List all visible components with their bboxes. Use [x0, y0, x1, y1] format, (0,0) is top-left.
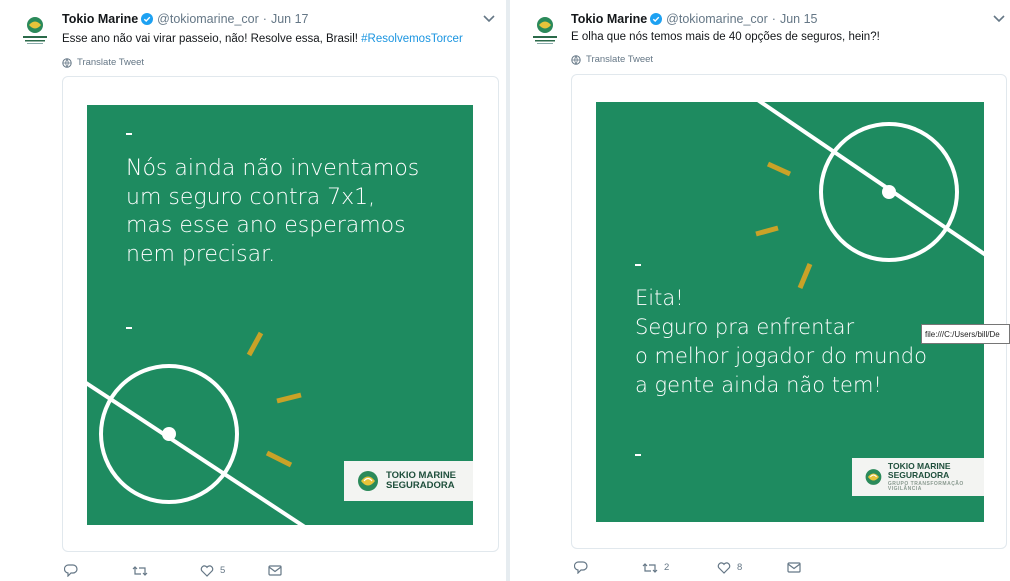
verified-icon: [650, 13, 663, 25]
tweet-date[interactable]: Jun 15: [780, 12, 818, 26]
logo-line: SEGURADORA: [386, 480, 455, 491]
tokio-marine-emblem: [358, 471, 378, 491]
separator: ·: [771, 12, 776, 26]
verified-icon: [141, 13, 154, 25]
quote-line: nem precisar.: [126, 241, 276, 267]
tweet-body: Esse ano não vai virar passeio, não! Res…: [62, 33, 362, 45]
globe-icon: [571, 54, 581, 65]
tweet-image[interactable]: Eita! Seguro pra enfrentar o melhor joga…: [596, 102, 984, 522]
translate-label: Translate Tweet: [586, 54, 654, 65]
tweet-header: Tokio Marine @tokiomarine_cor · Jun 15: [571, 12, 818, 26]
media-card[interactable]: Eita! Seguro pra enfrentar o melhor joga…: [571, 74, 1007, 549]
dash-mark: [635, 264, 641, 266]
dash-mark: [635, 454, 641, 456]
tweet-text: Esse ano não vai virar passeio, não! Res…: [62, 33, 463, 45]
tweet-actions: 2 8: [574, 561, 827, 574]
direct-message-button[interactable]: [787, 562, 827, 573]
chevron-down-icon[interactable]: [992, 14, 1006, 24]
tweet-image[interactable]: Nós ainda não inventamos um seguro contr…: [87, 105, 473, 525]
tweet-header: Tokio Marine @tokiomarine_cor · Jun 17: [62, 12, 309, 26]
media-card[interactable]: Nós ainda não inventamos um seguro contr…: [62, 76, 499, 552]
image-quote: Nós ainda não inventamos um seguro contr…: [126, 155, 419, 269]
envelope-icon: [268, 565, 282, 576]
chevron-down-icon[interactable]: [482, 14, 496, 24]
quote-line: Seguro pra enfrentar: [635, 314, 855, 339]
envelope-icon: [787, 562, 801, 573]
retweet-button[interactable]: 2: [642, 562, 717, 574]
retweet-count: 2: [664, 562, 670, 573]
logo-line: SEGURADORA: [887, 469, 950, 480]
display-name[interactable]: Tokio Marine: [571, 12, 647, 26]
tokio-marine-emblem: [865, 469, 882, 485]
user-handle[interactable]: @tokiomarine_cor: [157, 12, 259, 26]
like-count: 5: [220, 565, 226, 576]
display-name[interactable]: Tokio Marine: [62, 12, 138, 26]
tokio-marine-avatar[interactable]: [530, 14, 560, 48]
dash-mark: [126, 327, 132, 329]
reply-icon: [574, 561, 588, 574]
retweet-icon: [132, 565, 148, 576]
tweet-text: E olha que nós temos mais de 40 opções d…: [571, 31, 880, 43]
like-count: 8: [737, 562, 743, 573]
tweet-date[interactable]: Jun 17: [271, 12, 309, 26]
reply-button[interactable]: [574, 561, 642, 574]
translate-tweet[interactable]: Translate Tweet: [571, 54, 653, 65]
direct-message-button[interactable]: [268, 565, 308, 576]
translate-label: Translate Tweet: [77, 57, 145, 68]
like-button[interactable]: 5: [200, 564, 268, 577]
link-tooltip: file:///C:/Users/bill/De: [921, 324, 1010, 344]
quote-line: Eita!: [635, 286, 684, 310]
quote-line: o melhor jogador do mundo: [635, 343, 927, 368]
reply-icon: [64, 564, 78, 577]
quote-line: mas esse ano esperamos: [126, 213, 406, 239]
heart-icon: [717, 561, 731, 574]
separator: ·: [262, 12, 267, 26]
tweet-2[interactable]: Tokio Marine @tokiomarine_cor · Jun 15 E…: [510, 0, 1010, 581]
logo-subtitle: GRUPO TRANSFORMAÇÃO VIGILÂNCIA: [887, 480, 964, 492]
hashtag-link[interactable]: #ResolvemosTorcer: [361, 33, 463, 45]
image-quote: Eita! Seguro pra enfrentar o melhor joga…: [635, 284, 927, 400]
translate-tweet[interactable]: Translate Tweet: [62, 57, 144, 68]
reply-button[interactable]: [64, 564, 132, 577]
retweet-button[interactable]: [132, 565, 200, 577]
globe-icon: [62, 57, 72, 68]
like-button[interactable]: 8: [717, 561, 787, 574]
dash-mark: [126, 133, 132, 135]
tokio-marine-logo: TOKIO MARINE SEGURADORA: [344, 461, 473, 501]
retweet-icon: [642, 562, 658, 573]
tweet-1[interactable]: Tokio Marine @tokiomarine_cor · Jun 17 E…: [0, 0, 506, 581]
quote-line: um seguro contra 7x1,: [126, 184, 376, 210]
tokio-marine-logo: TOKIO MARINE SEGURADORA GRUPO TRANSFORMA…: [852, 458, 984, 496]
heart-icon: [200, 564, 214, 577]
tweet-actions: 5: [64, 564, 308, 577]
quote-line: a gente ainda não tem!: [635, 372, 882, 397]
user-handle[interactable]: @tokiomarine_cor: [666, 12, 768, 26]
quote-line: Nós ainda não inventamos: [126, 156, 420, 181]
tokio-marine-avatar[interactable]: [20, 14, 50, 48]
